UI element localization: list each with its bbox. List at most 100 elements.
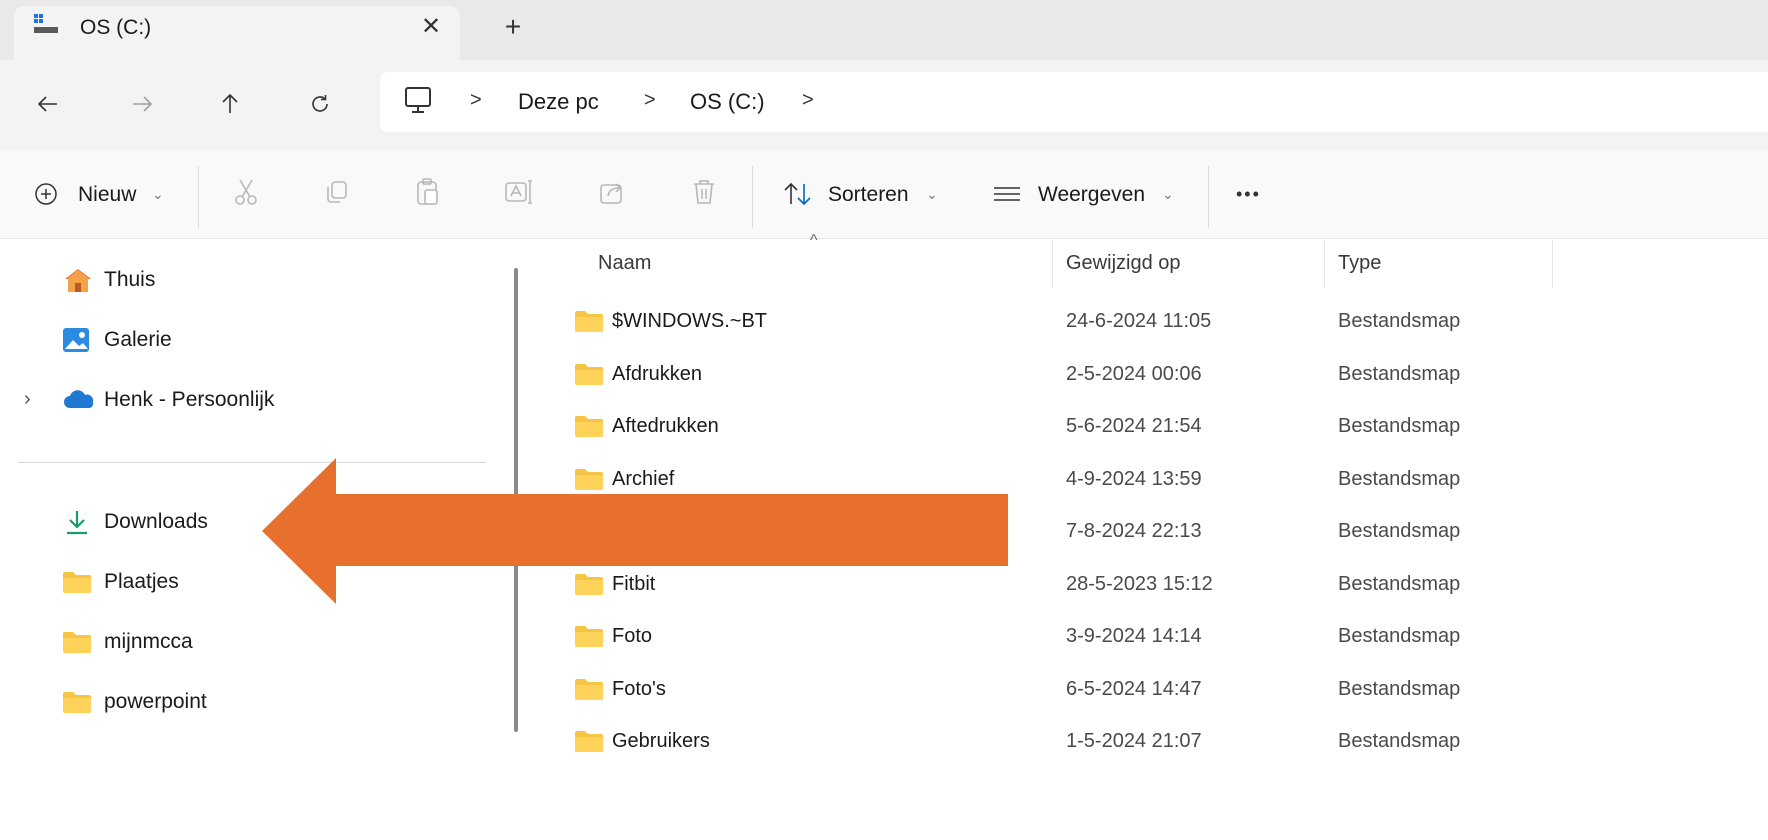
toolbar-divider — [1208, 166, 1209, 228]
folder-icon — [575, 416, 603, 437]
file-modified: 24-6-2024 11:05 — [1066, 310, 1212, 332]
arrow-left-icon — [37, 96, 57, 112]
file-name: Afdrukken — [612, 362, 703, 385]
paste-icon[interactable] — [412, 176, 444, 208]
sidebar-item-thuis[interactable]: Thuis — [62, 260, 155, 300]
file-modified: 4-9-2024 13:59 — [1066, 467, 1202, 490]
file-type: Bestandsmap — [1338, 625, 1461, 647]
tab-close-button[interactable]: ✕ — [416, 12, 446, 42]
file-name: Gebruikers — [612, 730, 710, 752]
back-button[interactable] — [30, 86, 66, 122]
chevron-down-icon: ⌄ — [1162, 186, 1174, 202]
share-icon[interactable] — [596, 176, 628, 208]
breadcrumb-separator: > — [470, 89, 482, 111]
sidebar-item-label: Plaatjes — [104, 570, 179, 593]
up-button[interactable] — [212, 86, 248, 122]
gallery-icon — [63, 328, 89, 352]
home-icon — [65, 269, 91, 292]
file-name: Aftedrukken — [612, 415, 719, 437]
sidebar-item-galerie[interactable]: Galerie — [62, 320, 172, 360]
view-list-icon — [994, 187, 1020, 201]
file-row[interactable]: Aftedrukken 5-6-2024 21:54 Bestandsmap — [560, 411, 1768, 447]
file-name: Foto — [612, 625, 653, 647]
breadcrumb-deze-pc[interactable]: Deze pc — [518, 89, 599, 115]
file-modified: 7-8-2024 22:13 — [1066, 520, 1202, 542]
download-icon — [67, 511, 87, 535]
sidebar-item-label: Galerie — [104, 328, 172, 351]
new-tab-button[interactable]: + — [498, 12, 528, 42]
file-modified: 5-6-2024 21:54 — [1066, 415, 1202, 437]
file-modified: 3-9-2024 14:14 — [1066, 625, 1202, 647]
refresh-icon — [312, 95, 328, 112]
folder-icon — [63, 572, 91, 593]
column-header-modified[interactable]: Gewijzigd op — [1066, 252, 1181, 275]
sidebar-item-label: mijnmcca — [104, 630, 193, 653]
forward-button[interactable] — [124, 86, 160, 122]
view-button[interactable]: Weergeven — [1038, 183, 1145, 207]
toolbar-divider — [198, 166, 199, 228]
computer-icon — [405, 87, 431, 113]
column-header-name[interactable]: Naam — [598, 252, 651, 275]
expand-chevron-icon[interactable]: › — [24, 388, 31, 411]
breadcrumb-expand-chevron[interactable]: > — [802, 89, 814, 112]
toolbar-divider — [752, 166, 753, 228]
folder-icon — [575, 678, 603, 700]
folder-icon — [575, 363, 603, 385]
column-divider[interactable] — [1552, 240, 1553, 288]
sidebar-item-plaatjes[interactable]: Plaatjes — [62, 562, 179, 602]
file-row[interactable]: $WINDOWS.~BT 24-6-2024 11:05 Bestandsmap — [560, 306, 1768, 342]
file-type: Bestandsmap — [1338, 730, 1461, 752]
breadcrumb-os-c[interactable]: OS (C:) — [690, 89, 765, 115]
file-row[interactable]: Afdrukken 2-5-2024 00:06 Bestandsmap — [560, 359, 1768, 395]
column-divider[interactable] — [1052, 240, 1053, 288]
file-row[interactable]: Gebruikers 1-5-2024 21:07 Bestandsmap — [560, 726, 1768, 762]
file-name: $WINDOWS.~BT — [612, 310, 768, 332]
file-type: Bestandsmap — [1338, 520, 1461, 542]
sidebar-item-onedrive[interactable]: Henk - Persoonlijk — [62, 380, 274, 420]
folder-icon — [575, 731, 603, 752]
sidebar-item-downloads[interactable]: Downloads — [62, 502, 208, 542]
folder-icon — [63, 692, 91, 713]
delete-icon[interactable] — [688, 176, 720, 208]
plus-circle-icon — [35, 183, 57, 205]
drive-icon — [34, 14, 58, 33]
file-modified: 1-5-2024 21:07 — [1066, 730, 1202, 752]
sort-ascending-icon: ^ — [810, 232, 818, 249]
sort-button[interactable]: Sorteren — [828, 183, 909, 207]
sidebar-item-label: Henk - Persoonlijk — [104, 388, 275, 411]
sidebar-item-label: Thuis — [104, 268, 156, 291]
file-modified: 2-5-2024 00:06 — [1066, 362, 1202, 385]
column-divider[interactable] — [1324, 240, 1325, 288]
new-button[interactable]: Nieuw — [78, 183, 136, 207]
chevron-down-icon: ⌄ — [926, 186, 938, 202]
sort-icon — [784, 182, 811, 206]
folder-icon — [575, 626, 603, 647]
file-type: Bestandsmap — [1338, 467, 1461, 490]
folder-icon — [63, 632, 91, 653]
file-row[interactable]: Foto's 6-5-2024 14:47 Bestandsmap — [560, 674, 1768, 710]
sidebar-item-label: Downloads — [104, 510, 208, 533]
sidebar-item-label: powerpoint — [104, 690, 207, 713]
file-type: Bestandsmap — [1338, 310, 1461, 332]
column-header-type[interactable]: Type — [1338, 252, 1381, 275]
chevron-down-icon: ⌄ — [152, 186, 164, 202]
breadcrumb-separator: > — [644, 89, 656, 111]
file-type: Bestandsmap — [1338, 572, 1461, 595]
rename-icon[interactable] — [502, 176, 534, 208]
cut-icon[interactable] — [230, 176, 262, 208]
file-row[interactable]: Foto 3-9-2024 14:14 Bestandsmap — [560, 621, 1768, 657]
more-options-button[interactable]: ••• — [1236, 184, 1261, 205]
sidebar-item-powerpoint[interactable]: powerpoint — [62, 682, 207, 722]
copy-icon[interactable] — [322, 176, 354, 208]
file-modified: 6-5-2024 14:47 — [1066, 677, 1202, 700]
arrow-up-icon — [222, 93, 238, 113]
tab-title: OS (C:) — [80, 16, 152, 39]
arrow-right-icon — [133, 96, 153, 112]
file-type: Bestandsmap — [1338, 362, 1461, 385]
file-type: Bestandsmap — [1338, 677, 1461, 700]
annotation-arrow — [262, 458, 1008, 604]
refresh-button[interactable] — [302, 86, 338, 122]
sidebar-item-mijnmcca[interactable]: mijnmcca — [62, 622, 193, 662]
file-name: Foto's — [612, 677, 666, 700]
file-modified: 28-5-2023 15:12 — [1066, 572, 1213, 595]
